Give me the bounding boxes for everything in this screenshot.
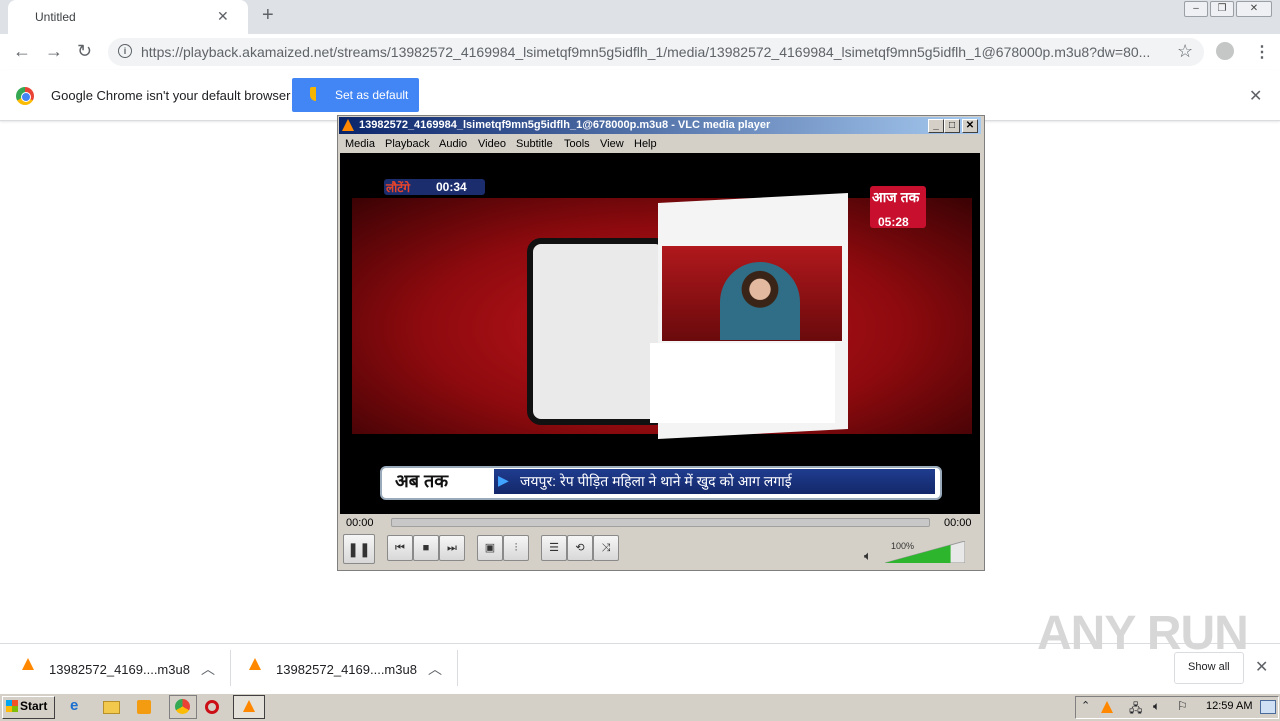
chrome-taskbar-icon[interactable]: [169, 695, 197, 719]
ticker-headline: जयपुर: रेप पीड़ित महिला ने थाने में खुद …: [520, 473, 792, 489]
tab-title: Untitled: [35, 10, 76, 24]
divider: [457, 650, 458, 686]
chrome-menu-icon[interactable]: ⋮: [1254, 42, 1270, 62]
chevron-up-icon[interactable]: ︿: [201, 659, 215, 679]
site-info-icon[interactable]: i: [118, 44, 132, 58]
vlc-menu-tools[interactable]: Tools: [564, 138, 590, 150]
shield-icon: [310, 87, 322, 101]
vlc-menu-audio[interactable]: Audio: [439, 138, 467, 150]
back-icon[interactable]: ←: [13, 41, 31, 62]
previous-icon[interactable]: ⏮: [387, 535, 413, 561]
elapsed-time: 00:00: [346, 517, 374, 529]
ticker-label: अब तक: [395, 471, 449, 491]
folder-icon[interactable]: [103, 697, 125, 717]
channel-clock: 05:28: [878, 215, 909, 229]
extended-settings-icon[interactable]: ⫶: [503, 535, 529, 561]
vlc-menu-help[interactable]: Help: [634, 138, 657, 150]
vlc-menu-view[interactable]: View: [600, 138, 624, 150]
vlc-file-icon: [22, 658, 34, 670]
close-window-button[interactable]: ✕: [1236, 1, 1272, 17]
vlc-menu-playback[interactable]: Playback: [385, 138, 430, 150]
pause-button[interactable]: ❚❚: [343, 534, 375, 564]
profile-avatar-icon[interactable]: [1216, 42, 1234, 60]
show-desktop-icon[interactable]: [1260, 700, 1276, 714]
bookmark-star-icon[interactable]: ☆: [1177, 41, 1193, 62]
chevron-up-icon[interactable]: ︿: [428, 659, 442, 679]
divider: [230, 650, 231, 686]
volume-tray-icon[interactable]: 🔈︎: [1153, 699, 1160, 714]
ticker-arrow-icon: ▶: [498, 472, 509, 488]
windows-logo-icon: [6, 700, 18, 712]
media-player-icon[interactable]: [137, 697, 159, 717]
tray-vlc-icon[interactable]: [1101, 701, 1113, 713]
tab-close-icon[interactable]: ✕: [217, 8, 229, 25]
clock[interactable]: 12:59 AM: [1206, 700, 1252, 712]
vlc-menubar: [339, 136, 981, 153]
countdown-time: 00:34: [436, 180, 467, 194]
minimize-button[interactable]: –: [1184, 1, 1208, 17]
vlc-cone-icon: [342, 119, 354, 131]
video-news-card-graphic: [650, 343, 835, 423]
playlist-icon[interactable]: ☰: [541, 535, 567, 561]
fullscreen-icon[interactable]: ▣: [477, 535, 503, 561]
vlc-close-button[interactable]: ✕: [962, 119, 978, 133]
vlc-taskbar-icon[interactable]: [233, 695, 265, 719]
infobar-close-icon[interactable]: ✕: [1249, 86, 1262, 106]
vlc-minimize-button[interactable]: _: [928, 119, 944, 133]
countdown-prefix: लौटेंगे: [386, 181, 411, 195]
infobar-message: Google Chrome isn't your default browser: [51, 88, 291, 103]
new-tab-button[interactable]: +: [262, 4, 274, 27]
set-as-default-label: Set as default: [335, 88, 409, 102]
speaker-icon[interactable]: 🔈︎: [864, 548, 872, 564]
vlc-menu-media[interactable]: Media: [345, 138, 375, 150]
opera-icon[interactable]: [205, 697, 227, 717]
chrome-logo-icon: [16, 87, 34, 105]
download-item-name[interactable]: 13982572_4169....m3u8: [49, 662, 190, 677]
internet-explorer-icon[interactable]: e: [70, 697, 92, 717]
download-shelf-close-icon[interactable]: ✕: [1255, 657, 1268, 677]
channel-logo-text: आज तक: [872, 189, 920, 205]
vlc-window-title: 13982572_4169984_lsimetqf9mn5g5idflh_1@6…: [359, 119, 771, 131]
reload-icon[interactable]: ↻: [77, 41, 92, 62]
shuffle-icon[interactable]: ⤨: [593, 535, 619, 561]
vlc-file-icon: [249, 658, 261, 670]
vlc-maximize-button[interactable]: □: [944, 119, 960, 133]
start-label: Start: [20, 699, 48, 713]
network-icon[interactable]: 🖧︎: [1129, 699, 1142, 720]
total-time: 00:00: [944, 517, 972, 529]
url-text[interactable]: https://playback.akamaized.net/streams/1…: [141, 44, 1166, 60]
download-item-name[interactable]: 13982572_4169....m3u8: [276, 662, 417, 677]
vlc-menu-subtitle[interactable]: Subtitle: [516, 138, 553, 150]
tray-expand-icon[interactable]: ⌃: [1081, 699, 1090, 712]
stop-icon[interactable]: ■: [413, 535, 439, 561]
forward-icon[interactable]: →: [45, 41, 63, 62]
vlc-menu-video[interactable]: Video: [478, 138, 506, 150]
flag-icon[interactable]: ⚐: [1177, 699, 1188, 713]
restore-button[interactable]: ❐: [1210, 1, 1234, 17]
loop-icon[interactable]: ⟲: [567, 535, 593, 561]
show-all-label: Show all: [1188, 661, 1230, 673]
next-icon[interactable]: ⏭: [439, 535, 465, 561]
volume-percent: 100%: [891, 541, 915, 551]
video-news-anchor: [720, 262, 800, 340]
video-phone-graphic: [527, 238, 669, 425]
seek-bar[interactable]: [391, 518, 930, 527]
